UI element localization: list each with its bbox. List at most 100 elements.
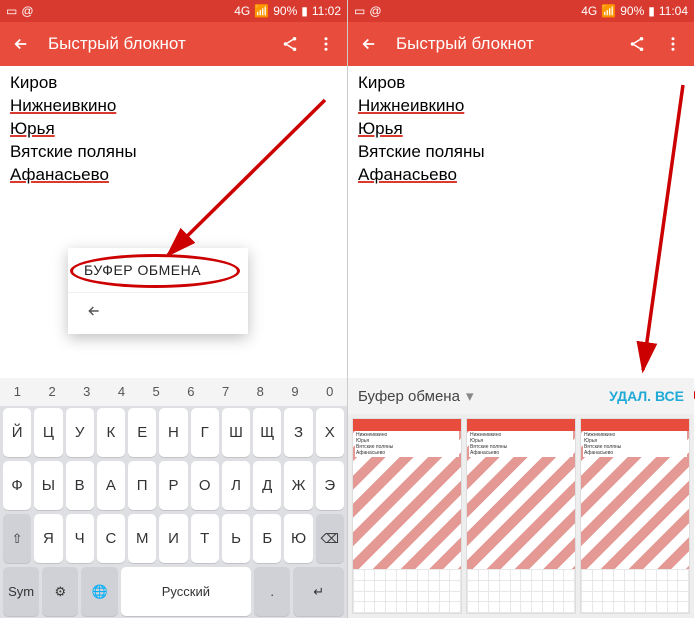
more-icon[interactable] — [664, 35, 682, 53]
sym-key[interactable]: Sym — [3, 567, 39, 616]
app-bar: Быстрый блокнот — [0, 22, 347, 66]
number-row: 1 2 3 4 5 6 7 8 9 0 — [0, 378, 347, 406]
num-key[interactable]: 6 — [174, 378, 209, 406]
menu-back-button[interactable] — [68, 293, 248, 334]
num-key[interactable]: 9 — [278, 378, 313, 406]
back-icon[interactable] — [360, 35, 378, 53]
signal-icon: 📶 — [254, 4, 269, 18]
share-icon[interactable] — [628, 35, 646, 53]
key[interactable]: Г — [191, 408, 219, 457]
key[interactable]: Ж — [284, 461, 312, 510]
key[interactable]: Ч — [66, 514, 94, 563]
key[interactable]: Ц — [34, 408, 62, 457]
key[interactable]: З — [284, 408, 312, 457]
key[interactable]: К — [97, 408, 125, 457]
clipboard-title: Буфер обмена — [358, 388, 460, 405]
key[interactable]: В — [66, 461, 94, 510]
key[interactable]: У — [66, 408, 94, 457]
clock: 11:02 — [312, 4, 341, 18]
key[interactable]: Н — [159, 408, 187, 457]
note-line: Вятские поляны — [10, 141, 337, 164]
key[interactable]: Р — [159, 461, 187, 510]
key[interactable]: Б — [253, 514, 281, 563]
note-content[interactable]: Киров Нижнеивкино Юрья Вятские поляны Аф… — [0, 66, 347, 193]
at-icon: @ — [21, 4, 33, 18]
num-key[interactable]: 1 — [0, 378, 35, 406]
clipboard-header: Буфер обмена ▾ УДАЛ. ВСЕ — [348, 378, 694, 414]
key[interactable]: О — [191, 461, 219, 510]
settings-key[interactable]: ⚙ — [42, 567, 78, 616]
key[interactable]: С — [97, 514, 125, 563]
num-key[interactable]: 4 — [104, 378, 139, 406]
network-icon: 4G — [234, 4, 250, 18]
key[interactable]: Т — [191, 514, 219, 563]
share-icon[interactable] — [281, 35, 299, 53]
clipboard-thumb[interactable]: НижнеивкиноЮрьяВятские поляныАфанасьево — [466, 418, 576, 614]
num-key[interactable]: 8 — [243, 378, 278, 406]
key[interactable]: Е — [128, 408, 156, 457]
app-title: Быстрый блокнот — [48, 34, 263, 54]
key[interactable]: Щ — [253, 408, 281, 457]
note-line: Киров — [10, 72, 337, 95]
battery-icon: ▮ — [301, 4, 308, 18]
more-icon[interactable] — [317, 35, 335, 53]
right-screenshot: ▭ @ 4G 📶 90% ▮ 11:04 Быстрый блокнот Кир… — [347, 0, 694, 618]
battery-icon: ▮ — [648, 4, 655, 18]
note-line: Нижнеивкино — [10, 95, 337, 118]
at-icon: @ — [369, 4, 381, 18]
language-key[interactable]: 🌐 — [81, 567, 117, 616]
frame-icon: ▭ — [354, 4, 365, 18]
key[interactable]: Х — [316, 408, 344, 457]
context-menu: БУФЕР ОБМЕНА — [68, 248, 248, 334]
status-bar: ▭ @ 4G 📶 90% ▮ 11:04 — [348, 0, 694, 22]
key[interactable]: Ь — [222, 514, 250, 563]
key[interactable]: Й — [3, 408, 31, 457]
back-icon[interactable] — [12, 35, 30, 53]
note-line: Нижнеивкино — [358, 95, 684, 118]
clipboard-thumb[interactable]: НижнеивкиноЮрьяВятские поляныАфанасьево — [352, 418, 462, 614]
key[interactable]: Д — [253, 461, 281, 510]
num-key[interactable]: 5 — [139, 378, 174, 406]
app-bar: Быстрый блокнот — [348, 22, 694, 66]
shift-key[interactable]: ⇧ — [3, 514, 31, 563]
space-key[interactable]: Русский — [121, 567, 251, 616]
key[interactable]: Э — [316, 461, 344, 510]
num-key[interactable]: 3 — [69, 378, 104, 406]
frame-icon: ▭ — [6, 4, 17, 18]
enter-key[interactable]: ↵ — [293, 567, 344, 616]
num-key[interactable]: 7 — [208, 378, 243, 406]
num-key[interactable]: 2 — [35, 378, 70, 406]
dot-key[interactable]: . — [254, 567, 290, 616]
delete-all-button[interactable]: УДАЛ. ВСЕ — [609, 388, 684, 404]
key[interactable]: А — [97, 461, 125, 510]
key[interactable]: Л — [222, 461, 250, 510]
key[interactable]: П — [128, 461, 156, 510]
note-line: Юрья — [358, 118, 684, 141]
network-icon: 4G — [581, 4, 597, 18]
clock: 11:04 — [659, 4, 688, 18]
note-content[interactable]: Киров Нижнеивкино Юрья Вятские поляны Аф… — [348, 66, 694, 193]
note-line: Киров — [358, 72, 684, 95]
battery-label: 90% — [273, 4, 297, 18]
signal-icon: 📶 — [601, 4, 616, 18]
note-line: Афанасьево — [10, 164, 337, 187]
key[interactable]: Ю — [284, 514, 312, 563]
clipboard-menu-item[interactable]: БУФЕР ОБМЕНА — [68, 248, 248, 293]
num-key[interactable]: 0 — [312, 378, 347, 406]
key[interactable]: М — [128, 514, 156, 563]
note-line: Афанасьево — [358, 164, 684, 187]
key[interactable]: Ш — [222, 408, 250, 457]
key[interactable]: Ф — [3, 461, 31, 510]
key[interactable]: Ы — [34, 461, 62, 510]
key[interactable]: Я — [34, 514, 62, 563]
note-line: Вятские поляны — [358, 141, 684, 164]
clipboard-grid: НижнеивкиноЮрьяВятские поляныАфанасьево … — [348, 414, 694, 618]
left-screenshot: ▭ @ 4G 📶 90% ▮ 11:02 Быстрый блокнот Кир… — [0, 0, 347, 618]
note-line: Юрья — [10, 118, 337, 141]
key[interactable]: И — [159, 514, 187, 563]
battery-label: 90% — [620, 4, 644, 18]
clipboard-thumb[interactable]: НижнеивкиноЮрьяВятские поляныАфанасьево — [580, 418, 690, 614]
app-title: Быстрый блокнот — [396, 34, 610, 54]
backspace-key[interactable]: ⌫ — [316, 514, 344, 563]
chevron-down-icon[interactable]: ▾ — [466, 387, 474, 405]
